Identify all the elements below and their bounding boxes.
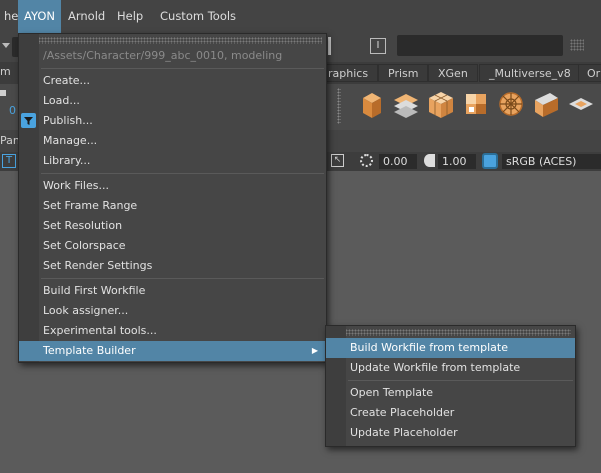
menu-item-work-files[interactable]: Work Files... (19, 176, 326, 196)
wheel-icon[interactable] (495, 88, 527, 122)
menu-item-build-workfile-from-template[interactable]: Build Workfile from template (326, 338, 575, 358)
ayon-menu: /Assets/Character/999_abc_0010, modeling… (18, 33, 327, 363)
tear-off-grip[interactable] (23, 37, 322, 44)
menu-item-update-workfile-from-template[interactable]: Update Workfile from template (326, 358, 575, 378)
exposure-icon[interactable] (360, 154, 373, 167)
menu-item-open-template[interactable]: Open Template (326, 383, 575, 403)
shelf-grip-icon (337, 88, 341, 124)
tear-off-grip[interactable] (330, 329, 571, 336)
menu-ayon[interactable]: AYON (18, 0, 62, 33)
shelf-tab-partial[interactable]: m (0, 65, 11, 78)
menu-item-template-builder[interactable]: Template Builder ▶ (19, 341, 326, 361)
exposure-field[interactable]: 0.00 (379, 154, 417, 169)
command-input[interactable] (397, 35, 563, 56)
submenu-arrow-icon: ▶ (311, 346, 318, 355)
shelf-tab-other[interactable]: Or (578, 64, 601, 82)
blue-indicator-icon: 0 (9, 104, 16, 117)
menu-custom-tools[interactable]: Custom Tools (154, 0, 242, 33)
menu-item-create-placeholder[interactable]: Create Placeholder (326, 403, 575, 423)
menu-item-set-render-settings[interactable]: Set Render Settings (19, 256, 326, 276)
menu-item-update-placeholder[interactable]: Update Placeholder (326, 423, 575, 443)
separator-icon (328, 37, 331, 55)
gamma-field[interactable]: 1.00 (438, 154, 476, 169)
shelf-tab-multiverse[interactable]: _Multiverse_v8 (479, 64, 581, 82)
menu-item-template-builder-label: Template Builder (43, 344, 136, 357)
menu-item-publish-label: Publish... (43, 114, 93, 127)
context-label: /Assets/Character/999_abc_0010, modeling (43, 49, 283, 62)
separator (348, 380, 573, 381)
shelf-marker-icon (0, 90, 6, 96)
pattern-icon[interactable] (460, 88, 492, 122)
menu-item-set-colorspace[interactable]: Set Colorspace (19, 236, 326, 256)
corner-box-icon[interactable] (530, 88, 562, 122)
menu-item-look-assigner[interactable]: Look assigner... (19, 301, 326, 321)
color-management-icon[interactable] (482, 153, 498, 169)
grid-cube-icon[interactable] (425, 88, 457, 122)
text-tool-icon[interactable]: T (2, 154, 16, 168)
menu-item-set-resolution[interactable]: Set Resolution (19, 216, 326, 236)
menubar: he AYON Arnold Help Custom Tools (0, 0, 601, 33)
grip-icon (570, 39, 584, 51)
menu-item-experimental-tools[interactable]: Experimental tools... (19, 321, 326, 341)
template-builder-submenu: Build Workfile from template Update Work… (325, 325, 576, 447)
separator (41, 173, 324, 174)
menu-item-manage[interactable]: Manage... (19, 131, 326, 151)
panel-menu-partial[interactable]: Pan (0, 134, 20, 147)
dropdown-arrow-icon[interactable] (2, 43, 10, 48)
menu-item-load[interactable]: Load... (19, 91, 326, 111)
colorspace-field[interactable]: sRGB (ACES) (502, 154, 601, 169)
gamma-icon[interactable] (424, 154, 435, 167)
menu-help[interactable]: Help (111, 0, 149, 33)
shelf-tab-prism[interactable]: Prism (378, 64, 429, 82)
expand-icon[interactable]: ↖ (331, 154, 344, 167)
menu-item-set-frame-range[interactable]: Set Frame Range (19, 196, 326, 216)
separator (41, 278, 324, 279)
filter-icon (21, 113, 36, 128)
layers-icon[interactable] (390, 88, 422, 122)
menu-item-publish[interactable]: Publish... (19, 111, 326, 131)
menu-item-create[interactable]: Create... (19, 71, 326, 91)
menu-arnold[interactable]: Arnold (62, 0, 111, 33)
menu-item-library[interactable]: Library... (19, 151, 326, 171)
text-cursor-icon[interactable]: I (370, 38, 386, 54)
shelf-tab-xgen[interactable]: XGen (428, 64, 478, 82)
separator (41, 68, 324, 69)
box-icon[interactable] (357, 88, 387, 122)
flat-tiles-icon[interactable] (565, 88, 597, 122)
menu-item-build-first-workfile[interactable]: Build First Workfile (19, 281, 326, 301)
